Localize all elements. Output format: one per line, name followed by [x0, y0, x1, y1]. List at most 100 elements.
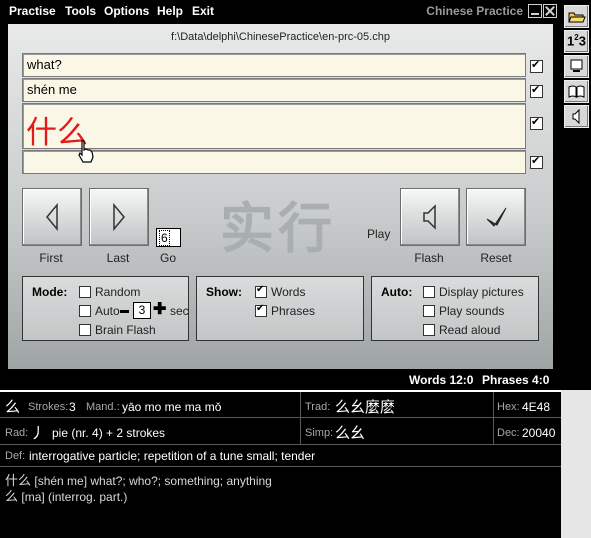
book-icon — [568, 85, 585, 98]
display-pictures-checkbox[interactable] — [423, 286, 435, 298]
flash-label: Flash — [414, 251, 444, 265]
brain-flash-label: Brain Flash — [95, 323, 156, 337]
trad-label: Trad: — [305, 401, 331, 413]
speaker-icon — [572, 108, 580, 125]
phrases-checkbox[interactable] — [255, 303, 267, 317]
first-button[interactable] — [22, 188, 82, 246]
phrases-label: Phrases — [271, 304, 316, 318]
menu-practise[interactable]: Practise — [9, 4, 56, 18]
minus-icon[interactable] — [120, 310, 129, 313]
watermark-text: 实行 — [220, 197, 336, 260]
character-info-panel: 么 Strokes: 3 Mand.: yāo mo me ma mǒ Trad… — [0, 392, 561, 538]
show-title: Show: — [206, 285, 242, 299]
dec-value: 20040 — [522, 426, 556, 440]
auto-checkbox[interactable] — [79, 305, 91, 317]
random-label: Random — [95, 285, 141, 299]
phrase-text: [ma] (interrog. part.) — [21, 490, 128, 504]
play-sounds-checkbox[interactable] — [423, 305, 435, 317]
show-group: Show: Words Phrases — [196, 276, 364, 341]
monitor-icon — [570, 59, 583, 72]
side-toolbar: 123 — [561, 0, 591, 390]
rad-label: Rad: — [5, 427, 29, 439]
pinyin-field[interactable]: shén me — [22, 78, 526, 102]
read-aloud-checkbox[interactable] — [423, 324, 435, 336]
last-button[interactable] — [89, 188, 149, 246]
menu-bar: Practise Tools Options Help Exit Chinese… — [0, 0, 561, 22]
hex-value: 4E48 — [522, 400, 551, 414]
numbers-icon: 123 — [567, 33, 586, 49]
menu-exit[interactable]: Exit — [192, 4, 214, 18]
extra-field[interactable] — [22, 150, 526, 174]
words-count: Words 12:0 — [409, 373, 474, 387]
monitor-button[interactable] — [564, 55, 589, 78]
minimize-button[interactable] — [528, 4, 542, 18]
menu-options[interactable]: Options — [104, 4, 149, 18]
arrow-left-icon — [46, 202, 58, 232]
reset-label: Reset — [480, 251, 512, 265]
plus-icon[interactable]: ✚ — [153, 299, 166, 319]
flash-button[interactable] — [400, 188, 460, 246]
file-path: f:\Data\delphi\ChinesePractice\en-prc-05… — [171, 31, 390, 43]
numbers-button[interactable]: 123 — [564, 30, 589, 53]
book-button[interactable] — [564, 80, 589, 103]
open-folder-button[interactable] — [564, 5, 589, 28]
random-checkbox[interactable] — [79, 286, 91, 298]
trad-value: 么幺麼麽 — [335, 398, 396, 416]
auto-title: Auto: — [381, 285, 413, 299]
phrase-line: 么 [ma] (interrog. part.) — [5, 486, 127, 505]
go-input[interactable]: 6 — [156, 228, 181, 247]
mand-value: yāo mo me ma mǒ — [122, 400, 222, 414]
speaker-icon — [423, 204, 436, 230]
divider — [493, 392, 494, 444]
def-value: interrogative particle; repetition of a … — [29, 449, 316, 463]
menu-help[interactable]: Help — [157, 4, 183, 18]
divider — [300, 392, 301, 444]
auto-seconds-value: 3 — [138, 303, 146, 317]
arrow-right-icon — [113, 202, 125, 232]
auto-seconds-input[interactable]: 3 — [133, 302, 151, 319]
english-text: what? — [27, 57, 62, 72]
dec-label: Dec: — [497, 427, 520, 439]
menu-tools[interactable]: Tools — [65, 4, 96, 18]
info-char: 么 — [5, 398, 21, 416]
go-label: Go — [159, 251, 176, 265]
def-label: Def: — [5, 450, 26, 462]
checkmark-icon — [486, 207, 507, 227]
auto-group: Auto: Display pictures Play sounds Read … — [371, 276, 539, 341]
sound-button[interactable] — [564, 105, 589, 128]
extra-checkbox[interactable] — [530, 154, 543, 169]
mand-label: Mand.: — [86, 401, 120, 413]
app-title: Chinese Practice — [426, 4, 523, 18]
words-label: Words — [271, 285, 306, 299]
strokes-value: 3 — [69, 400, 76, 414]
words-checkbox[interactable] — [255, 284, 267, 298]
simp-value: 么幺 — [335, 424, 366, 442]
english-field[interactable]: what? — [22, 53, 526, 77]
hanzi-field[interactable]: 什么 — [22, 103, 526, 151]
rad-char: 丿 — [30, 424, 46, 442]
open-folder-icon — [568, 12, 586, 23]
auto-label: Auto — [95, 304, 120, 318]
close-button[interactable] — [543, 4, 557, 18]
hanzi-checkbox[interactable] — [530, 115, 543, 130]
display-pictures-label: Display pictures — [439, 285, 524, 299]
status-bar: Words 12:0 Phrases 4:0 — [0, 370, 561, 390]
first-label: First — [39, 251, 63, 265]
phrases-count: Phrases 4:0 — [482, 373, 550, 387]
brain-flash-checkbox[interactable] — [79, 324, 91, 336]
strokes-label: Strokes: — [28, 401, 69, 413]
sec-label: sec — [170, 304, 189, 318]
practice-panel: f:\Data\delphi\ChinesePractice\en-prc-05… — [8, 24, 553, 369]
play-sounds-label: Play sounds — [439, 304, 505, 318]
go-input-value: 6 — [159, 230, 170, 246]
hex-label: Hex: — [497, 401, 520, 413]
read-aloud-label: Read aloud — [439, 323, 501, 337]
mode-group: Mode: Random Auto 3 ✚ sec Brain Flash — [22, 276, 189, 341]
divider — [0, 417, 561, 418]
reset-button[interactable] — [466, 188, 526, 246]
pinyin-checkbox[interactable] — [530, 83, 543, 98]
simp-label: Simp: — [305, 427, 334, 439]
english-checkbox[interactable] — [530, 58, 543, 73]
rad-value: pie (nr. 4) + 2 strokes — [52, 426, 166, 440]
pinyin-text: shén me — [27, 82, 77, 97]
